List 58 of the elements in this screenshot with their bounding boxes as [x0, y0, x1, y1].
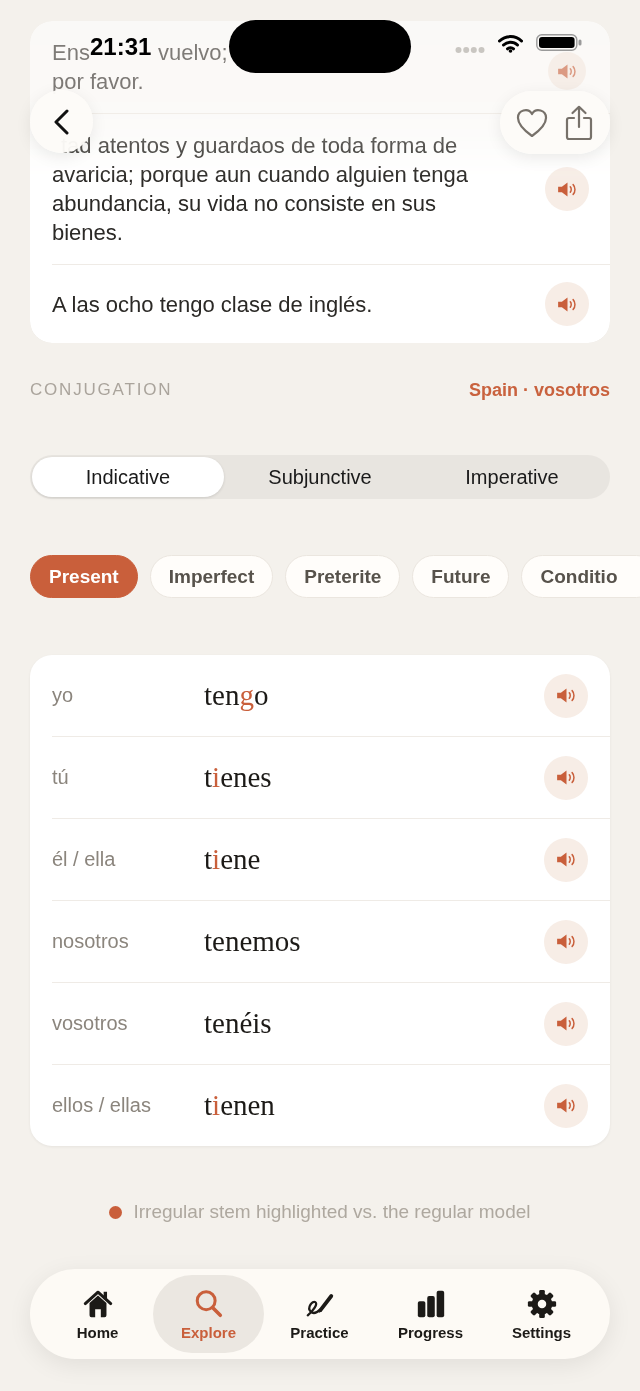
legend-dot-icon [109, 1205, 123, 1219]
tab-bar-item[interactable]: Practice [264, 1275, 375, 1353]
pronoun-label: yo [52, 684, 75, 707]
play-audio-button[interactable] [545, 167, 589, 211]
speaker-icon [555, 688, 577, 703]
play-audio-button[interactable] [544, 1001, 588, 1046]
pronoun-label: vosotros [52, 1012, 129, 1035]
example-text-fragment: por favor. [52, 68, 144, 96]
pronoun-label: él / ella [52, 848, 117, 871]
variant-link[interactable]: Spain · vosotros [468, 379, 610, 401]
pronoun-label: ellos / ellas [52, 1094, 152, 1117]
speaker-icon [555, 1016, 577, 1031]
tense-chip[interactable]: Future [412, 555, 510, 598]
play-audio-button[interactable] [544, 1083, 588, 1128]
speaker-icon [556, 181, 578, 197]
pronoun-label: tú [52, 766, 70, 789]
mood-tab[interactable]: Indicative [32, 457, 224, 497]
verb-form: tienes [204, 761, 272, 794]
signal-dots-icon [455, 46, 485, 54]
section-title: CONJUGATION [30, 379, 173, 401]
example-text-fragment: vuelvo; [157, 39, 228, 67]
tab-bar-item[interactable]: Home [42, 1275, 153, 1353]
status-time: 21:31 [90, 33, 152, 61]
example-sentence: tad atentos y guardaos de toda forma de avaricia; porque aun cuando alguien tenga abundancia, su vida no consiste en sus bienes. [52, 132, 469, 247]
tense-chip[interactable]: Preterite [285, 555, 401, 598]
verb-form: tiene [204, 843, 261, 876]
play-audio-button[interactable] [544, 919, 588, 964]
play-audio-button[interactable] [548, 52, 586, 90]
battery-icon [536, 34, 582, 51]
play-audio-button[interactable] [544, 837, 588, 882]
speaker-icon [555, 934, 577, 949]
verb-form: tenéis [204, 1007, 272, 1040]
speaker-icon [555, 852, 577, 867]
speaker-icon [556, 63, 578, 79]
speaker-icon [555, 770, 577, 785]
speaker-icon [555, 1098, 577, 1113]
wifi-icon [498, 34, 523, 53]
example-sentence: A las ocho tengo clase de inglés. [52, 290, 374, 319]
tense-chip[interactable]: Conditio [521, 555, 640, 598]
tense-chip[interactable]: Imperfect [149, 555, 274, 598]
verb-form: tenemos [204, 925, 301, 958]
speaker-icon [556, 296, 578, 312]
settings-icon [525, 1287, 558, 1320]
heart-icon[interactable] [516, 107, 548, 138]
pronoun-label: nosotros [52, 930, 130, 953]
legend-text: Irregular stem highlighted vs. the regular model [133, 1201, 531, 1223]
mood-tab[interactable]: Imperative [416, 457, 608, 497]
verb-form: tengo [204, 679, 269, 712]
share-icon[interactable] [564, 104, 594, 141]
tab-bar-item[interactable]: Progress [375, 1275, 486, 1353]
mood-tab[interactable]: Subjunctive [224, 457, 416, 497]
play-audio-button[interactable] [544, 673, 588, 718]
tab-bar-item[interactable]: Settings [486, 1275, 597, 1353]
verb-form: tienen [204, 1089, 275, 1122]
tense-chip[interactable]: Present [30, 555, 138, 598]
play-audio-button[interactable] [544, 755, 588, 800]
example-text-fragment: Ens [52, 40, 90, 67]
play-audio-button[interactable] [545, 282, 589, 326]
